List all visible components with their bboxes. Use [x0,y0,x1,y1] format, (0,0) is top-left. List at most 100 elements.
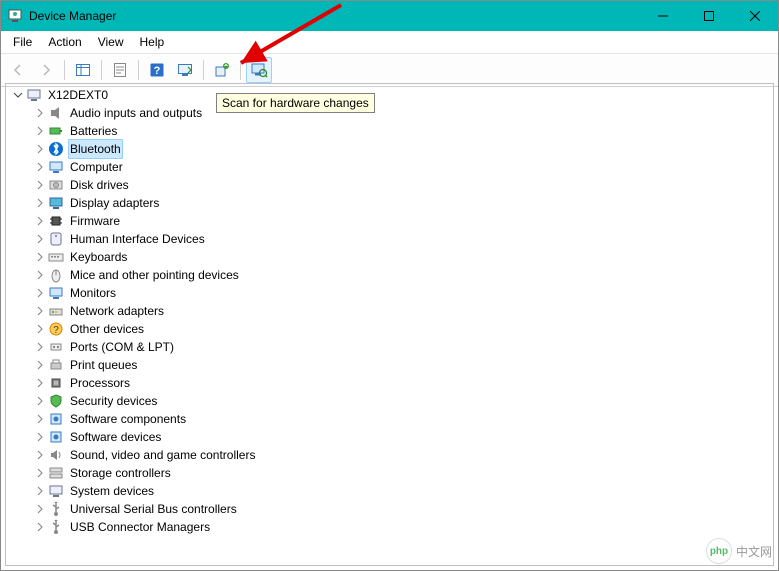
node-label: Security devices [68,392,159,410]
tooltip: Scan for hardware changes [216,93,375,113]
expand-icon[interactable] [34,413,46,425]
tree-node[interactable]: Mice and other pointing devices [6,266,773,284]
watermark: php 中文网 [706,538,772,564]
expand-icon[interactable] [34,215,46,227]
usb-icon [48,501,64,517]
tree-node[interactable]: Storage controllers [6,464,773,482]
network-icon [48,303,64,319]
tree-node[interactable]: Batteries [6,122,773,140]
tree-node[interactable]: Software components [6,410,773,428]
menu-view[interactable]: View [90,33,132,51]
titlebar: Device Manager [1,1,778,31]
collapse-icon[interactable] [12,89,24,101]
menu-help[interactable]: Help [132,33,173,51]
update-driver-button[interactable] [209,57,235,83]
tree-root-node[interactable]: X12DEXT0 [6,86,773,104]
expand-icon[interactable] [34,287,46,299]
menubar: File Action View Help [1,31,778,54]
expand-icon[interactable] [34,143,46,155]
expand-icon[interactable] [34,377,46,389]
expand-icon[interactable] [34,503,46,515]
expand-icon[interactable] [34,449,46,461]
show-hide-console-tree-button[interactable] [70,57,96,83]
system-icon [48,483,64,499]
tree-node[interactable]: Audio inputs and outputs [6,104,773,122]
expand-icon[interactable] [34,179,46,191]
expand-icon[interactable] [34,269,46,281]
mouse-icon [48,267,64,283]
tree-node[interactable]: Bluetooth [6,140,773,158]
expand-icon[interactable] [34,521,46,533]
device-manager-window: Device Manager File Action View Help [0,0,779,571]
node-label: Software components [68,410,188,428]
tree-node[interactable]: Security devices [6,392,773,410]
separator [64,60,65,80]
expand-icon[interactable] [34,467,46,479]
menu-file[interactable]: File [5,33,40,51]
app-icon [7,8,23,24]
expand-icon[interactable] [34,251,46,263]
expand-icon[interactable] [34,485,46,497]
tree-node[interactable]: Disk drives [6,176,773,194]
php-logo-icon: php [706,538,732,564]
tree-node[interactable]: Human Interface Devices [6,230,773,248]
back-button[interactable] [5,57,31,83]
separator [101,60,102,80]
usb-icon [48,519,64,535]
expand-icon[interactable] [34,107,46,119]
expand-icon[interactable] [34,233,46,245]
expand-icon[interactable] [34,323,46,335]
node-label: X12DEXT0 [46,86,110,104]
tree-node[interactable]: Ports (COM & LPT) [6,338,773,356]
node-label: Computer [68,158,125,176]
help-button[interactable]: ? [144,57,170,83]
properties-button[interactable] [107,57,133,83]
tree-node[interactable]: Computer [6,158,773,176]
expand-icon[interactable] [34,125,46,137]
expand-icon[interactable] [34,395,46,407]
expand-icon[interactable] [34,305,46,317]
minimize-button[interactable] [640,1,686,31]
node-label: Software devices [68,428,163,446]
other-icon: ? [48,321,64,337]
tree-node[interactable]: USB Connector Managers [6,518,773,536]
tree-node[interactable]: ?Other devices [6,320,773,338]
menu-action[interactable]: Action [40,33,89,51]
node-label: Mice and other pointing devices [68,266,241,284]
tree-node[interactable]: Firmware [6,212,773,230]
tree-node[interactable]: Display adapters [6,194,773,212]
node-label: Keyboards [68,248,129,266]
tree-node[interactable]: Print queues [6,356,773,374]
tree-node[interactable]: Keyboards [6,248,773,266]
tree-node[interactable]: Network adapters [6,302,773,320]
expand-icon[interactable] [34,431,46,443]
scan-hardware-button[interactable] [246,57,272,83]
tree-node[interactable]: Sound, video and game controllers [6,446,773,464]
tree-node[interactable]: Software devices [6,428,773,446]
node-label: Other devices [68,320,146,338]
node-label: Display adapters [68,194,161,212]
software-icon [48,411,64,427]
node-label: Human Interface Devices [68,230,207,248]
tree-node[interactable]: Processors [6,374,773,392]
node-label: Universal Serial Bus controllers [68,500,239,518]
separator [240,60,241,80]
view-devices-button[interactable] [172,57,198,83]
expand-icon[interactable] [34,197,46,209]
expand-icon[interactable] [34,359,46,371]
tree-node[interactable]: System devices [6,482,773,500]
expand-icon[interactable] [34,161,46,173]
storage-icon [48,465,64,481]
display-icon [48,195,64,211]
chip-icon [48,213,64,229]
close-button[interactable] [732,1,778,31]
device-tree[interactable]: X12DEXT0 Audio inputs and outputsBatteri… [5,83,774,566]
sound-icon [48,447,64,463]
maximize-button[interactable] [686,1,732,31]
forward-button[interactable] [33,57,59,83]
expand-icon[interactable] [34,341,46,353]
tree-node[interactable]: Universal Serial Bus controllers [6,500,773,518]
tree-node[interactable]: Monitors [6,284,773,302]
monitor-icon [48,285,64,301]
node-label: USB Connector Managers [68,518,212,536]
